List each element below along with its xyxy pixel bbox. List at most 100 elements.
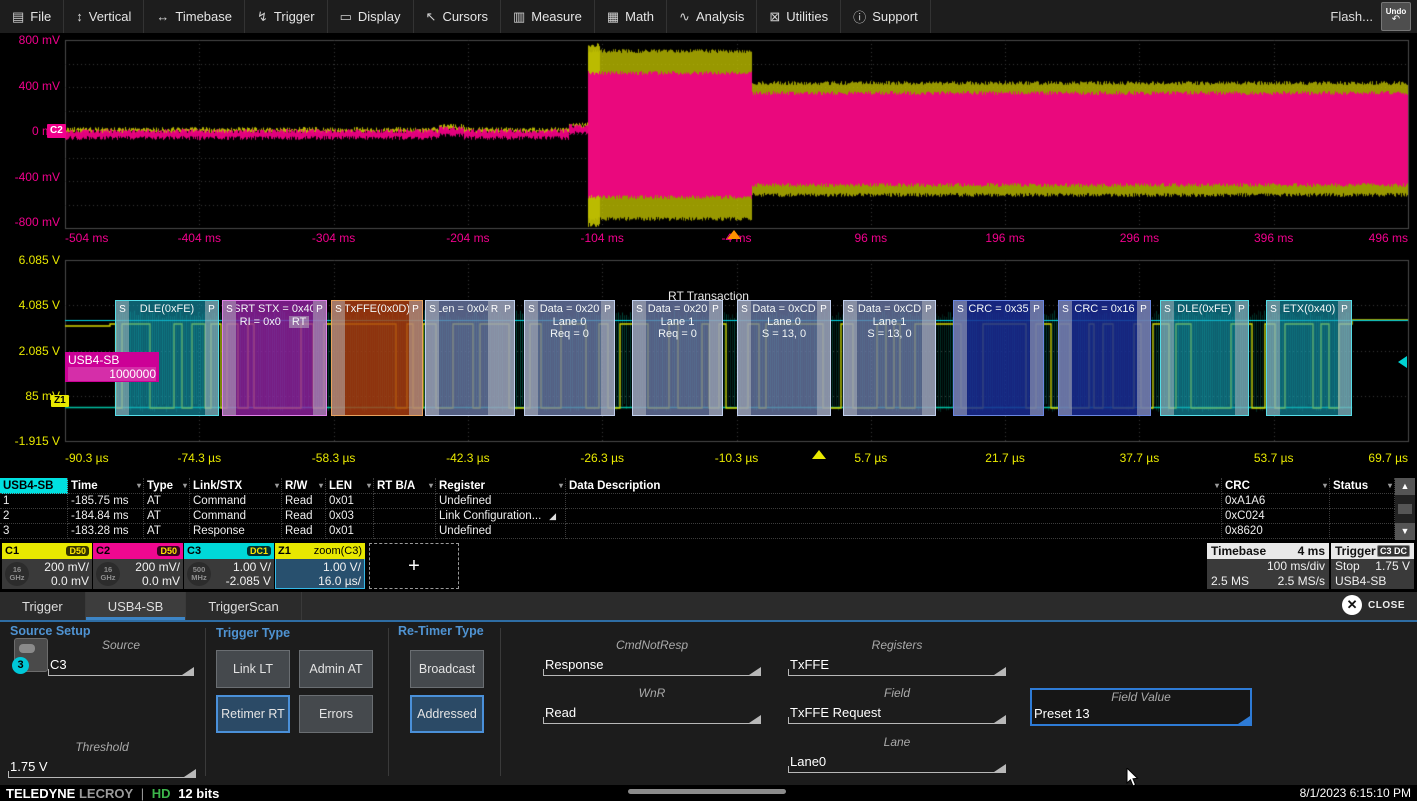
decode-bubble[interactable]: SData = 0xCDLane 1S = 13, 0P xyxy=(843,300,936,416)
errors-button[interactable]: Errors xyxy=(299,695,373,733)
tab-triggerscan[interactable]: TriggerScan xyxy=(186,592,301,620)
addressed-button[interactable]: Addressed xyxy=(410,695,484,733)
descriptor-c2[interactable]: C2D5016GHz200 mV/0.0 mV xyxy=(93,543,183,589)
bw-line2: MHz xyxy=(187,574,211,582)
threshold-label: Threshold xyxy=(8,740,196,754)
column-header-status[interactable]: Status▾ xyxy=(1330,478,1395,494)
tab-trigger[interactable]: Trigger xyxy=(0,592,86,620)
wnr-value: Read xyxy=(545,705,576,720)
descriptor-z1[interactable]: Z1zoom(C3)1.00 V/16.0 µs/ xyxy=(275,543,365,589)
trigger-descriptor[interactable]: Trigger C3 DC Stop 1.75 V USB4-SB xyxy=(1331,543,1414,589)
undo-arrow-icon: ↶ xyxy=(1392,15,1400,25)
decode-bubble[interactable]: SCRC = 0x16P xyxy=(1058,300,1151,416)
menu-item-label: Utilities xyxy=(786,9,828,24)
broadcast-button[interactable]: Broadcast xyxy=(410,650,484,688)
start-flag: S xyxy=(1267,301,1280,415)
descriptor-id: C3 xyxy=(187,545,201,557)
decode-bubble[interactable]: SData = 0x20Lane 1Req = 0P xyxy=(632,300,723,416)
table-corner-cell[interactable]: USB4-SB xyxy=(0,478,68,494)
menu-item-vertical[interactable]: ↕Vertical xyxy=(64,0,144,33)
start-flag: S xyxy=(1059,301,1072,415)
probe-icon[interactable]: 3 xyxy=(14,638,48,672)
column-header-data-description[interactable]: Data Description▾ xyxy=(566,478,1222,494)
menu-item-trigger[interactable]: ↯Trigger xyxy=(245,0,328,33)
column-header-type[interactable]: Type▾ xyxy=(144,478,190,494)
end-flag: P xyxy=(601,301,614,415)
tab-usb4-sb[interactable]: USB4-SB xyxy=(86,592,187,620)
menu-item-display[interactable]: ▭Display xyxy=(328,0,414,33)
zoom-z1-indicator[interactable]: Z1 xyxy=(51,395,69,407)
descriptor-values: 1.00 V/16.0 µs/ xyxy=(318,560,361,588)
channel-c2-indicator[interactable]: C2 xyxy=(47,124,66,138)
column-header-len[interactable]: LEN▾ xyxy=(326,478,374,494)
scroll-thumb[interactable] xyxy=(1398,504,1412,514)
decode-bubble[interactable]: SETX(0x40)P xyxy=(1266,300,1352,416)
source-select[interactable]: Source C3 xyxy=(48,638,194,676)
offset-value: 16.0 µs/ xyxy=(318,574,361,588)
table-scrollbar[interactable]: ▲ ▼ xyxy=(1395,478,1415,540)
decode-bubble[interactable]: SCRC = 0x35P xyxy=(953,300,1044,416)
menu-item-timebase[interactable]: ↔Timebase xyxy=(144,0,245,33)
scroll-down-button[interactable]: ▼ xyxy=(1395,523,1415,540)
scale-value: 1.00 V/ xyxy=(318,560,361,574)
end-flag: P xyxy=(1137,301,1150,415)
start-flag: S xyxy=(525,301,538,415)
zoom-trigger-marker[interactable] xyxy=(812,450,826,459)
analog-waveform-grid[interactable] xyxy=(0,33,1417,250)
admin-at-button[interactable]: Admin AT xyxy=(299,650,373,688)
link-lt-button[interactable]: Link LT xyxy=(216,650,290,688)
field-value-value: Preset 13 xyxy=(1034,706,1090,721)
threshold-select[interactable]: Threshold 1.75 V xyxy=(8,740,196,778)
menu-item-support[interactable]: ⓘSupport xyxy=(841,0,931,33)
decode-bubble[interactable]: STxFFE(0x0D)P xyxy=(331,300,423,416)
bubble-body: CRC = 0x16 xyxy=(1072,301,1137,415)
table-row[interactable]: 2-184.84 msATCommandRead0x03Link Configu… xyxy=(0,509,1417,524)
column-header-rt-b-a[interactable]: RT B/A▾ xyxy=(374,478,436,494)
wnr-select[interactable]: WnRRead xyxy=(543,686,761,724)
menu-item-file[interactable]: ▤File xyxy=(0,0,64,33)
field-value-select[interactable]: Field Value Preset 13 xyxy=(1030,688,1252,726)
decode-bubble[interactable]: SData = 0xCDLane 0S = 13, 0P xyxy=(737,300,831,416)
menu-item-cursors[interactable]: ↖Cursors xyxy=(414,0,501,33)
table-row[interactable]: 1-185.75 msATCommandRead0x01Undefined0xA… xyxy=(0,494,1417,509)
statusbar-handle[interactable] xyxy=(628,789,786,794)
trigger-position-marker[interactable] xyxy=(727,230,741,239)
menu-item-measure[interactable]: ▥Measure xyxy=(501,0,595,33)
bubble-label: CRC = 0x16 xyxy=(1074,303,1134,315)
sort-caret-icon: ▾ xyxy=(319,478,323,494)
cmdnotresp-select[interactable]: CmdNotRespResponse xyxy=(543,638,761,676)
decoder-tag[interactable]: USB4-SB 1000000 xyxy=(65,352,159,382)
decode-bubble[interactable]: SSRT STX = 0x40RI = 0x0RTP xyxy=(222,300,327,416)
column-header-crc[interactable]: CRC▾ xyxy=(1222,478,1330,494)
column-header-r-w[interactable]: R/W▾ xyxy=(282,478,326,494)
cmdnotresp-value: Response xyxy=(545,657,604,672)
bw-line2: GHz xyxy=(5,574,29,582)
close-button[interactable]: ✕ CLOSE xyxy=(1342,595,1405,615)
menu-item-analysis[interactable]: ∿Analysis xyxy=(667,0,757,33)
decode-bubble[interactable]: SDLE(0xFE)P xyxy=(1160,300,1249,416)
retimer-rt-button[interactable]: Retimer RT xyxy=(216,695,290,733)
descriptor-header: C1D50 xyxy=(2,543,92,559)
column-header-register[interactable]: Register▾ xyxy=(436,478,566,494)
descriptor-c3[interactable]: C3DC1500MHz1.00 V/-2.085 V xyxy=(184,543,274,589)
scroll-up-button[interactable]: ▲ xyxy=(1395,478,1415,495)
offset-value: 0.0 mV xyxy=(135,574,180,588)
column-header-time[interactable]: Time▾ xyxy=(68,478,144,494)
y-axis-tick-label: -1.915 V xyxy=(0,434,60,448)
bubble-sublabel: Lane 0 xyxy=(767,316,801,328)
decode-bubble[interactable]: SData = 0x20Lane 0Req = 0P xyxy=(524,300,615,416)
descriptor-c1[interactable]: C1D5016GHz200 mV/0.0 mV xyxy=(2,543,92,589)
timebase-descriptor[interactable]: Timebase 4 ms 100 ms/div 2.5 MS 2.5 MS/s xyxy=(1207,543,1329,589)
column-header-link-stx[interactable]: Link/STX▾ xyxy=(190,478,282,494)
menu-item-utilities[interactable]: ⊠Utilities xyxy=(757,0,841,33)
decode-bubble[interactable]: SLen = 0x04RP xyxy=(425,300,515,416)
field-select[interactable]: FieldTxFFE Request xyxy=(788,686,1006,724)
undo-button[interactable]: Undo ↶ xyxy=(1381,2,1411,31)
menu-item-label: Trigger xyxy=(274,9,315,24)
add-trace-button[interactable]: + xyxy=(369,543,459,589)
expand-icon[interactable]: ◢ xyxy=(549,509,556,524)
registers-select[interactable]: RegistersTxFFE xyxy=(788,638,1006,676)
lane-select[interactable]: LaneLane0 xyxy=(788,735,1006,773)
menu-item-math[interactable]: ▦Math xyxy=(595,0,667,33)
table-row[interactable]: 3-183.28 msATResponseRead0x01Undefined0x… xyxy=(0,524,1417,539)
